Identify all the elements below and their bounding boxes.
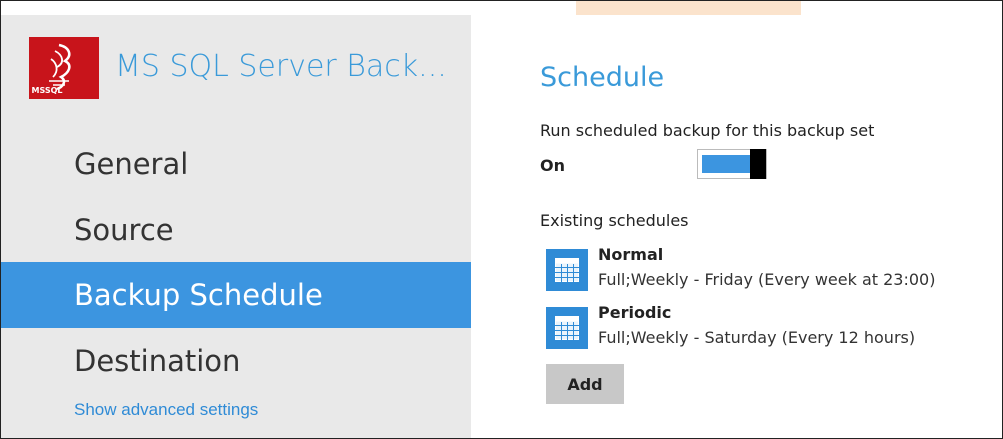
schedule-item[interactable]: Normal Full;Weekly - Friday (Every week … xyxy=(546,245,986,297)
app-title: MS SQL Server Back... xyxy=(115,49,447,84)
calendar-icon xyxy=(546,307,588,349)
schedule-name: Normal xyxy=(598,245,664,264)
sidebar-item-source[interactable]: Source xyxy=(1,197,471,263)
sidebar-item-backup-schedule[interactable]: Backup Schedule xyxy=(1,262,471,328)
window-frame: MSSQL MS SQL Server Back... General Sour… xyxy=(0,0,1003,439)
schedule-item[interactable]: Periodic Full;Weekly - Saturday (Every 1… xyxy=(546,303,986,355)
calendar-icon xyxy=(546,249,588,291)
toggle-thumb[interactable] xyxy=(750,149,766,179)
sidebar-item-general[interactable]: General xyxy=(1,131,471,197)
schedule-name: Periodic xyxy=(598,303,672,322)
schedule-description: Full;Weekly - Friday (Every week at 23:0… xyxy=(598,270,936,289)
top-strip xyxy=(1,1,1002,15)
existing-schedules-label: Existing schedules xyxy=(540,211,689,230)
show-advanced-settings-link[interactable]: Show advanced settings xyxy=(74,400,258,420)
toggle-state-label: On xyxy=(540,156,565,175)
main-panel: Schedule Run scheduled backup for this b… xyxy=(471,15,1002,438)
logo-tag: MSSQL xyxy=(31,86,63,95)
add-schedule-button[interactable]: Add xyxy=(546,364,624,404)
page-title: Schedule xyxy=(540,62,665,93)
orange-highlight xyxy=(576,1,801,15)
sidebar: MSSQL MS SQL Server Back... General Sour… xyxy=(1,15,471,438)
schedule-description: Full;Weekly - Saturday (Every 12 hours) xyxy=(598,328,916,347)
sidebar-item-destination[interactable]: Destination xyxy=(1,328,471,394)
mssql-logo-icon: MSSQL xyxy=(29,37,99,99)
run-scheduled-label: Run scheduled backup for this backup set xyxy=(540,121,875,140)
run-schedule-toggle[interactable] xyxy=(697,149,767,179)
toggle-fill xyxy=(702,155,752,173)
